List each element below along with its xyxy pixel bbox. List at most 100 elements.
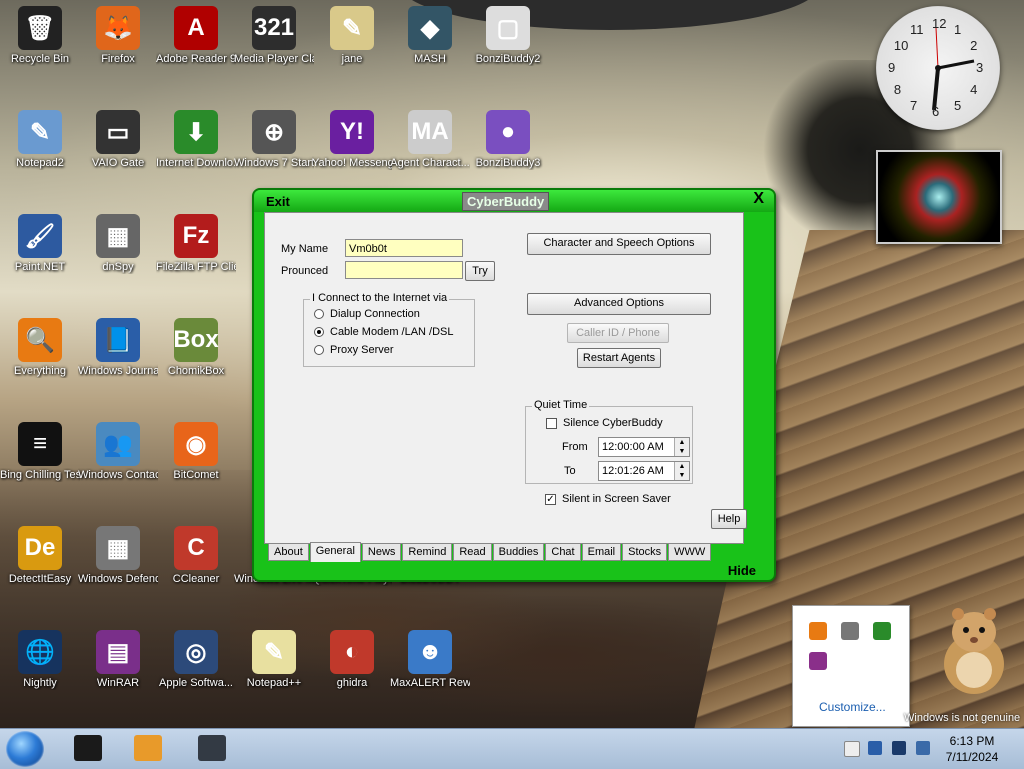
desktop-icon[interactable]: ✎ Notepad++	[234, 630, 314, 690]
desktop-icon-image: ◎	[174, 630, 218, 674]
radio-dot[interactable]	[314, 309, 324, 319]
my-name-input[interactable]: Vm0b0t	[345, 239, 463, 257]
hamster-pet[interactable]	[938, 602, 1010, 697]
desktop-icon[interactable]: A Adobe Reader 9.4	[156, 6, 236, 66]
character-speech-options-button[interactable]: Character and Speech Options	[527, 233, 711, 255]
desktop-icon-image: ●	[486, 110, 530, 154]
restart-agents-button[interactable]: Restart Agents	[577, 348, 661, 368]
tray-clock[interactable]: 6:13 PM 7/11/2024	[942, 733, 1002, 765]
desktop-icon[interactable]: De DetectItEasy	[0, 526, 80, 586]
to-time-picker[interactable]: 12:01:26 AM ▲ ▼	[598, 461, 690, 481]
tab-about[interactable]: About	[268, 543, 309, 561]
desktop-icon[interactable]: ▦ dnSpy	[78, 214, 158, 274]
close-button[interactable]: X	[753, 190, 764, 208]
taskbar-cyberbuddy-icon[interactable]	[74, 735, 102, 761]
desktop-icon-label: jane	[341, 53, 363, 65]
show-hidden-icons-arrow[interactable]	[844, 741, 860, 757]
desktop-icon[interactable]: ✎ Notepad2	[0, 110, 80, 170]
app-tray-icon[interactable]	[841, 622, 859, 640]
desktop-icon[interactable]: ◎ Apple Softwa...	[156, 630, 236, 690]
desktop-icon[interactable]: ▤ WinRAR	[78, 630, 158, 690]
desktop-icon[interactable]: 🗑 Recycle Bin	[0, 6, 80, 66]
desktop-icon[interactable]: ⬇ Internet Downlo...	[156, 110, 236, 170]
network-tray-icon[interactable]	[873, 622, 891, 640]
desktop-icon[interactable]: ≡ Bing Chilling Test	[0, 422, 80, 482]
desktop-icon[interactable]: 🦊 Firefox	[78, 6, 158, 66]
try-button[interactable]: Try	[465, 261, 495, 281]
desktop-icon-label: Apple Softwa...	[159, 677, 233, 689]
desktop-icon[interactable]: Y! Yahoo! Messenger	[312, 110, 392, 170]
tray-monitor-icon[interactable]	[892, 741, 906, 755]
desktop-icon[interactable]: MA Agent Charact...	[390, 110, 470, 170]
taskbar-media-icon[interactable]	[134, 735, 162, 761]
taskbar-window-icon[interactable]	[198, 735, 226, 761]
desktop-icon[interactable]: C CCleaner	[156, 526, 236, 586]
desktop-icon[interactable]: ☻ MaxALERT Rewritten	[390, 630, 470, 690]
from-spin-arrows[interactable]: ▲ ▼	[674, 438, 689, 456]
from-time-picker[interactable]: 12:00:00 AM ▲ ▼	[598, 437, 690, 457]
tab-buddies[interactable]: Buddies	[492, 543, 545, 561]
slideshow-gadget[interactable]	[876, 150, 1002, 244]
desktop-icon[interactable]: 321 Media Player Classic	[234, 6, 314, 66]
desktop-icon[interactable]: ▦ Windows Defender	[78, 526, 158, 586]
exit-button[interactable]: Exit	[266, 194, 290, 209]
caller-id-phone-button[interactable]: Caller ID / Phone	[567, 323, 669, 343]
tab-www[interactable]: WWW	[668, 543, 712, 561]
desktop-icon[interactable]: 🖌 Paint.NET	[0, 214, 80, 274]
desktop-icon-image: ◐	[330, 630, 374, 674]
tray-volume-icon[interactable]	[916, 741, 930, 755]
tab-news[interactable]: News	[361, 543, 402, 561]
tab-read[interactable]: Read	[453, 543, 492, 561]
cyberbuddy-titlebar[interactable]: Exit CyberBuddy X	[254, 190, 774, 212]
help-button[interactable]: Help	[711, 509, 747, 529]
desktop-icon-image: MA	[408, 110, 452, 154]
desktop-icon[interactable]: 🌐 Nightly	[0, 630, 80, 690]
tab-chat[interactable]: Chat	[545, 543, 581, 561]
desktop-icon[interactable]: 🔍 Everything	[0, 318, 80, 378]
desktop-icon-image: ▦	[96, 526, 140, 570]
tab-general[interactable]: General	[309, 542, 361, 562]
desktop-icon-label: Windows Defender	[78, 573, 158, 585]
everything-tray-icon[interactable]	[809, 622, 827, 640]
tray-app-icon[interactable]	[868, 741, 882, 755]
desktop-icon-image: ☻	[408, 630, 452, 674]
connect-option-radio[interactable]: Proxy Server	[314, 344, 394, 356]
bonzi-tray-icon[interactable]	[809, 652, 827, 670]
connect-option-radio[interactable]: Dialup Connection	[314, 308, 420, 320]
pronounced-input[interactable]	[345, 261, 463, 279]
silence-checkbox[interactable]: Silence CyberBuddy	[546, 417, 663, 429]
desktop-icon[interactable]: Box ChomikBox	[156, 318, 236, 378]
desktop-icon[interactable]: ◐ ghidra	[312, 630, 392, 690]
silence-checkbox-box[interactable]	[546, 417, 557, 429]
hide-button[interactable]: Hide	[728, 563, 756, 578]
desktop-icon[interactable]: ◉ BitComet	[156, 422, 236, 482]
desktop-icon[interactable]: Fz FileZilla FTP Client	[156, 214, 236, 274]
desktop-icon[interactable]: ⊕ Windows 7 Start Butt...	[234, 110, 314, 170]
desktop-icon[interactable]: ◆ MASH	[390, 6, 470, 66]
tab-stocks[interactable]: Stocks	[622, 543, 668, 561]
silent-screensaver-box[interactable]: ✓	[545, 493, 556, 505]
radio-dot[interactable]	[314, 345, 324, 355]
clock-number: 9	[888, 60, 896, 75]
clock-gadget[interactable]: 12 1 2 3 4 5 6 7 8 9 10 11	[876, 6, 1000, 130]
tab-email[interactable]: Email	[581, 543, 622, 561]
desktop-icon[interactable]: ✎ jane	[312, 6, 392, 66]
customize-link[interactable]: Customize...	[819, 700, 886, 714]
connect-option-radio[interactable]: Cable Modem /LAN /DSL	[314, 326, 454, 338]
desktop-icon[interactable]: ▢ BonziBuddy2	[468, 6, 548, 66]
desktop-icon[interactable]: ● BonziBuddy3	[468, 110, 548, 170]
radio-dot[interactable]	[314, 327, 324, 337]
desktop-icon-image: ✎	[18, 110, 62, 154]
desktop-icon[interactable]: ▭ VAIO Gate	[78, 110, 158, 170]
silent-screensaver-checkbox[interactable]: ✓ Silent in Screen Saver	[545, 493, 671, 505]
desktop-icon-image: ▤	[96, 630, 140, 674]
desktop-icon-image: 🌐	[18, 630, 62, 674]
desktop-icon-image: ◉	[174, 422, 218, 466]
advanced-options-button[interactable]: Advanced Options	[527, 293, 711, 315]
desktop-icon[interactable]: 📘 Windows Journal	[78, 318, 158, 378]
to-spin-arrows[interactable]: ▲ ▼	[674, 462, 689, 480]
tab-remind[interactable]: Remind	[402, 543, 453, 561]
start-button[interactable]	[6, 731, 44, 767]
desktop-icon[interactable]: 👥 Windows Contacts	[78, 422, 158, 482]
clock-number: 10	[893, 38, 909, 53]
